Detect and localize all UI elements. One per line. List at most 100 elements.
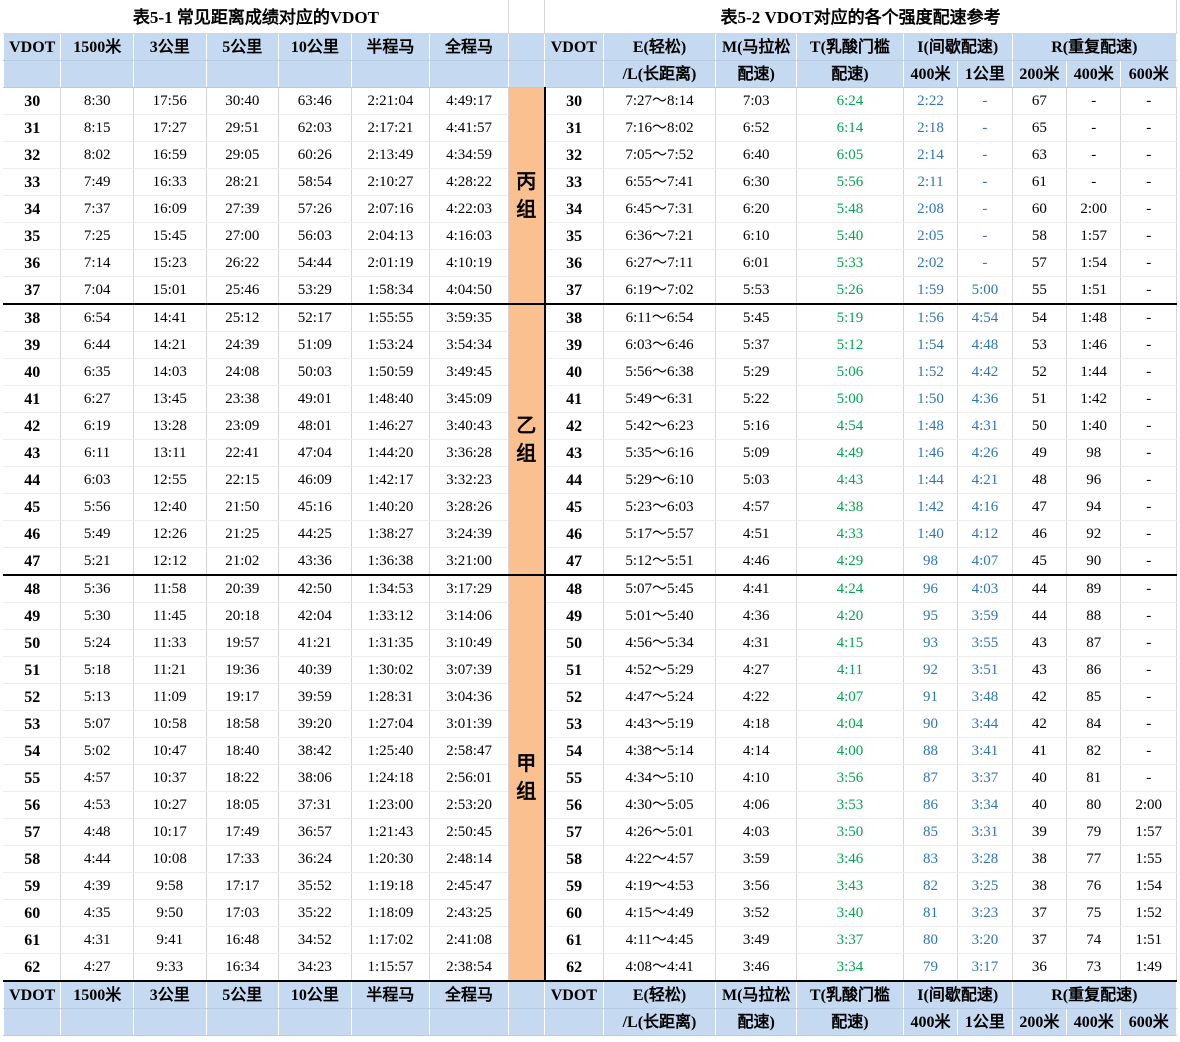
left-table-cell: 8:30 — [60, 87, 134, 115]
right-table-cell: 4:47～5:24 — [603, 683, 717, 711]
right-table-cell: 52 — [544, 683, 604, 711]
right-table-cell: 1:52 — [903, 358, 959, 386]
right-table-cell: 4:30～5:05 — [603, 791, 717, 819]
left-table-cell: 4:28:22 — [429, 168, 509, 196]
column-header-right: I(间歇配速) — [903, 980, 1013, 1009]
left-table-cell: 27:00 — [206, 222, 280, 250]
left-table-cell: 35 — [3, 222, 62, 250]
column-header-left: 5公里 — [206, 980, 280, 1009]
right-table-cell: 4:48 — [957, 331, 1013, 359]
left-table-cell: 1:30:02 — [351, 656, 431, 684]
right-table-cell: 1:42 — [1066, 385, 1122, 413]
left-table-cell: 32 — [3, 141, 62, 169]
column-header-right: VDOT — [544, 980, 604, 1009]
right-table-cell: 63 — [1012, 141, 1068, 169]
left-table-cell: 46 — [3, 520, 62, 548]
left-table-cell: 4:35 — [60, 899, 134, 927]
right-table-cell: 4:29 — [796, 547, 904, 576]
table-row: 58 4:44 10:08 17:33 36:24 1:20:30 2:48:14 58 4:2… — [3, 845, 1177, 873]
right-table-cell: 1:54 — [1120, 872, 1177, 900]
table-row: 55 4:57 10:37 18:22 38:06 1:24:18 2:56:01 55 4:3… — [3, 764, 1177, 792]
right-table-cell: 4:10 — [715, 764, 798, 792]
right-table-cell: 52 — [1012, 358, 1068, 386]
column-header-right: T(乳酸门槛 — [796, 980, 904, 1009]
left-table-cell: 40 — [3, 358, 62, 386]
left-table-cell: 10:17 — [133, 818, 207, 846]
right-table-cell: 35 — [544, 222, 604, 250]
table-row: 37 7:04 15:01 25:46 53:29 1:58:34 4:04:50 37 6:1… — [3, 276, 1177, 305]
right-table-cell: 96 — [903, 574, 959, 603]
left-table-cell: 3:54:34 — [429, 331, 509, 359]
right-table-cell: 93 — [903, 629, 959, 657]
right-table-cell: 62 — [544, 953, 604, 982]
right-table-cell: 3:50 — [796, 818, 904, 846]
right-table-cell: - — [1120, 222, 1177, 250]
right-table-cell: 4:12 — [957, 520, 1013, 548]
left-table-cell: 2:41:08 — [429, 926, 509, 954]
table-row: 59 4:39 9:58 17:17 35:52 1:19:18 2:45:47 59 4:19… — [3, 872, 1177, 900]
left-table-cell: 1:53:24 — [351, 331, 431, 359]
right-table-cell: 53 — [1012, 331, 1068, 359]
left-table-cell: 9:58 — [133, 872, 207, 900]
right-table-cell: 86 — [903, 791, 959, 819]
right-table-cell: 4:18 — [715, 710, 798, 738]
right-table-cell: 44 — [1012, 574, 1068, 603]
column-subheader-right: 1公里 — [957, 60, 1013, 88]
right-table-cell: 1:57 — [1066, 222, 1122, 250]
left-table-cell: 1:34:53 — [351, 574, 431, 603]
right-table-cell: 2:00 — [1066, 195, 1122, 223]
top-header-row-1: VDOT 1500米 3公里 5公里 10公里 半程马 全程马 VDOT E(轻松) M(马拉松 T… — [3, 33, 1178, 61]
right-table-cell: 5:37 — [715, 331, 798, 359]
right-table-cell: - — [1120, 629, 1177, 657]
left-table-cell: 4:48 — [60, 818, 134, 846]
left-table-cell: 22:41 — [206, 439, 280, 467]
left-table-cell: 42:50 — [278, 574, 352, 603]
left-table-cell: 47:04 — [278, 439, 352, 467]
left-table-cell: 4:31 — [60, 926, 134, 954]
left-table-cell: 20:39 — [206, 574, 280, 603]
left-table-cell: 16:34 — [206, 953, 280, 982]
left-table-cell: 43:36 — [278, 547, 352, 576]
left-table-cell: 6:54 — [60, 303, 134, 332]
left-table-cell: 46:09 — [278, 466, 352, 494]
table-row: 47 5:21 12:12 21:02 43:36 1:36:38 3:21:00 47 5:1… — [3, 547, 1177, 576]
column-header-left-blank — [351, 60, 431, 88]
column-subheader-right: 200米 — [1012, 1008, 1068, 1036]
right-table-cell: 5:17～5:57 — [603, 520, 717, 548]
right-table-cell: 5:07～5:45 — [603, 574, 717, 603]
left-table-cell: 1:18:09 — [351, 899, 431, 927]
right-table-cell: 6:52 — [715, 114, 798, 142]
right-table-cell: - — [957, 87, 1013, 115]
right-table-cell: - — [957, 141, 1013, 169]
table-row: 56 4:53 10:27 18:05 37:31 1:23:00 2:53:20 56 4:3… — [3, 791, 1177, 819]
right-table-cell: 83 — [903, 845, 959, 873]
left-table-cell: 13:11 — [133, 439, 207, 467]
left-table-cell: 3:14:06 — [429, 602, 509, 630]
right-table-cell: 6:55～7:41 — [603, 168, 717, 196]
left-table-cell: 5:56 — [60, 493, 134, 521]
left-table-cell: 7:25 — [60, 222, 134, 250]
right-table-cell: 53 — [544, 710, 604, 738]
left-table-cell: 5:21 — [60, 547, 134, 576]
right-table-cell: 4:41 — [715, 574, 798, 603]
left-table-cell: 11:33 — [133, 629, 207, 657]
right-table-cell: 4:08～4:41 — [603, 953, 717, 982]
right-table-cell: 81 — [1066, 764, 1122, 792]
table-row: 62 4:27 9:33 16:34 34:23 1:15:57 2:38:54 62 4:08… — [3, 953, 1177, 982]
left-table-cell: 23:38 — [206, 385, 280, 413]
left-table-cell: 1:20:30 — [351, 845, 431, 873]
right-table-cell: 2:05 — [903, 222, 959, 250]
right-table-cell: 80 — [1066, 791, 1122, 819]
column-header-right: VDOT — [544, 33, 604, 61]
left-table-cell: 3:28:26 — [429, 493, 509, 521]
right-table-cell: 45 — [1012, 547, 1068, 576]
column-subheader-right: 600米 — [1120, 60, 1177, 88]
right-table-cell: 60 — [1012, 195, 1068, 223]
table-title-left: 表5-1 常见距离成绩对应的VDOT — [3, 0, 509, 34]
left-table-cell: 33 — [3, 168, 62, 196]
right-table-cell: 37 — [544, 276, 604, 305]
right-table-cell: 3:40 — [796, 899, 904, 927]
right-table-cell: 55 — [1012, 276, 1068, 305]
left-table-cell: 18:40 — [206, 737, 280, 765]
left-table-cell: 47 — [3, 547, 62, 576]
